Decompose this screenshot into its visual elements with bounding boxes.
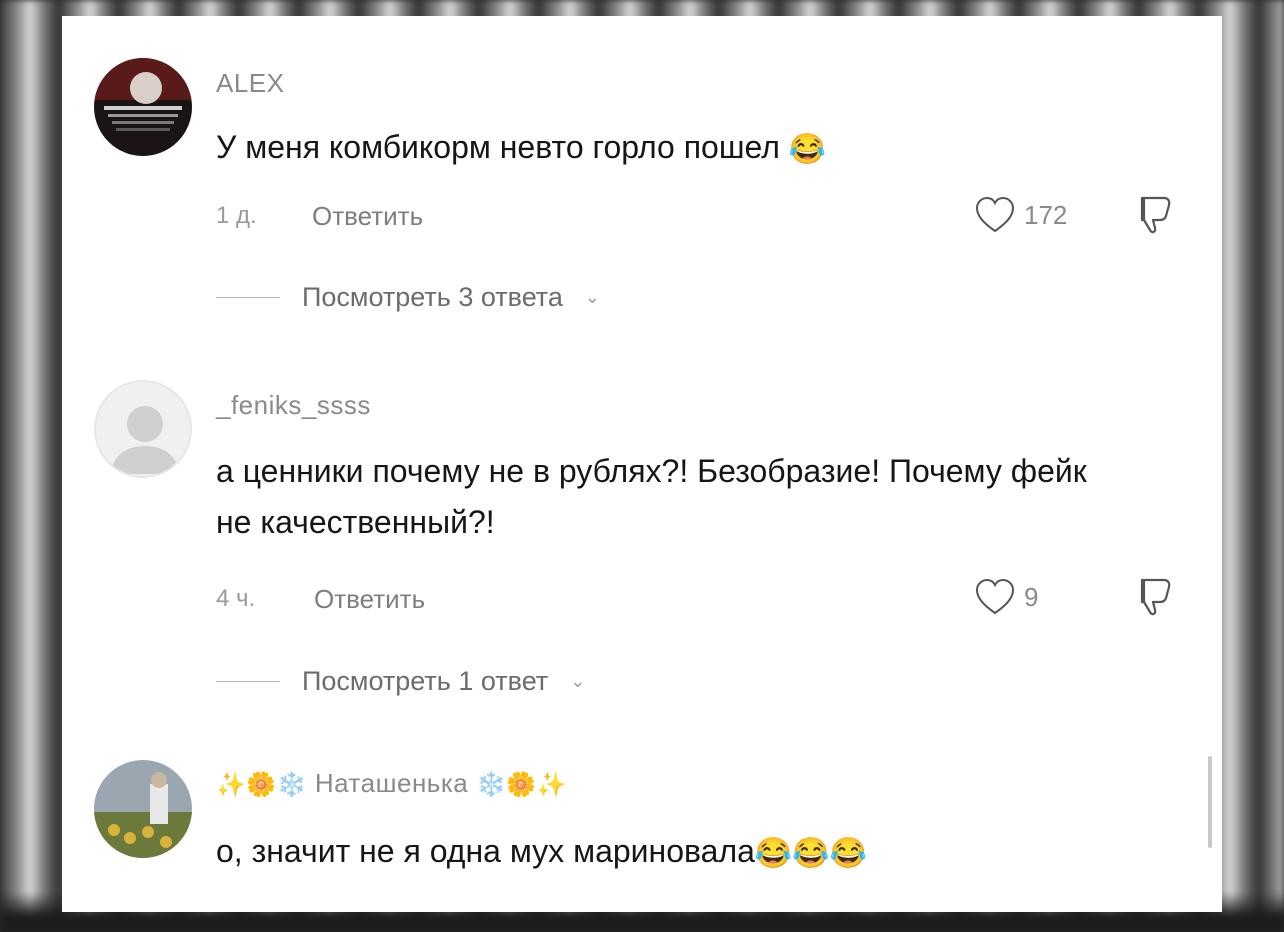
- comments-panel[interactable]: ALEX У меня комбикорм невто горло пошел …: [62, 16, 1222, 912]
- view-replies-label: Посмотреть 3 ответа: [302, 282, 563, 312]
- username[interactable]: ALEX: [216, 68, 285, 99]
- like-button[interactable]: 9: [974, 578, 1038, 616]
- avatar[interactable]: [94, 760, 192, 858]
- heart-icon: [975, 578, 1015, 615]
- scrollbar[interactable]: [1208, 756, 1212, 848]
- like-button[interactable]: 172: [974, 196, 1067, 234]
- avatar[interactable]: [94, 380, 192, 478]
- comment-text: У меня комбикорм невто горло пошел 😂: [216, 122, 1096, 175]
- username[interactable]: _feniks_ssss: [216, 390, 371, 421]
- chevron-down-icon: ⌄: [584, 287, 600, 307]
- heart-icon: [975, 196, 1015, 233]
- chevron-down-icon: ⌄: [570, 671, 586, 691]
- username-decoration: ❄️🌼✨: [476, 771, 568, 799]
- comment-text: а ценники почему не в рублях?! Безобрази…: [216, 453, 1087, 540]
- like-count: 9: [1024, 581, 1039, 612]
- comment-age: 1 д.: [216, 202, 257, 229]
- username[interactable]: ✨🌼❄️ Наташенька ❄️🌼✨: [216, 768, 567, 800]
- username-text: Наташенька: [314, 768, 469, 798]
- comment-age: 4 ч.: [216, 585, 256, 612]
- reply-button[interactable]: Ответить: [312, 201, 423, 232]
- divider: [216, 681, 280, 682]
- dislike-icon[interactable]: [1134, 576, 1178, 618]
- username-decoration: ✨🌼❄️: [216, 771, 308, 799]
- comment-text: о, значит не я одна мух мариновала😂😂😂: [216, 826, 1096, 879]
- avatar[interactable]: [94, 58, 192, 156]
- reply-button[interactable]: Ответить: [314, 584, 425, 615]
- comment-text-body: о, значит не я одна мух мариновала: [216, 833, 755, 869]
- view-replies-label: Посмотреть 1 ответ: [302, 666, 549, 696]
- laughing-emoji: 😂: [788, 133, 827, 167]
- view-replies-button[interactable]: Посмотреть 3 ответа ⌄: [216, 282, 600, 313]
- comment-text-body: У меня комбикорм невто горло пошел: [216, 129, 780, 165]
- view-replies-button[interactable]: Посмотреть 1 ответ ⌄: [216, 666, 585, 697]
- laughing-emoji: 😂😂😂: [754, 837, 867, 871]
- like-count: 172: [1024, 199, 1068, 230]
- dislike-icon[interactable]: [1134, 194, 1178, 236]
- divider: [216, 297, 280, 298]
